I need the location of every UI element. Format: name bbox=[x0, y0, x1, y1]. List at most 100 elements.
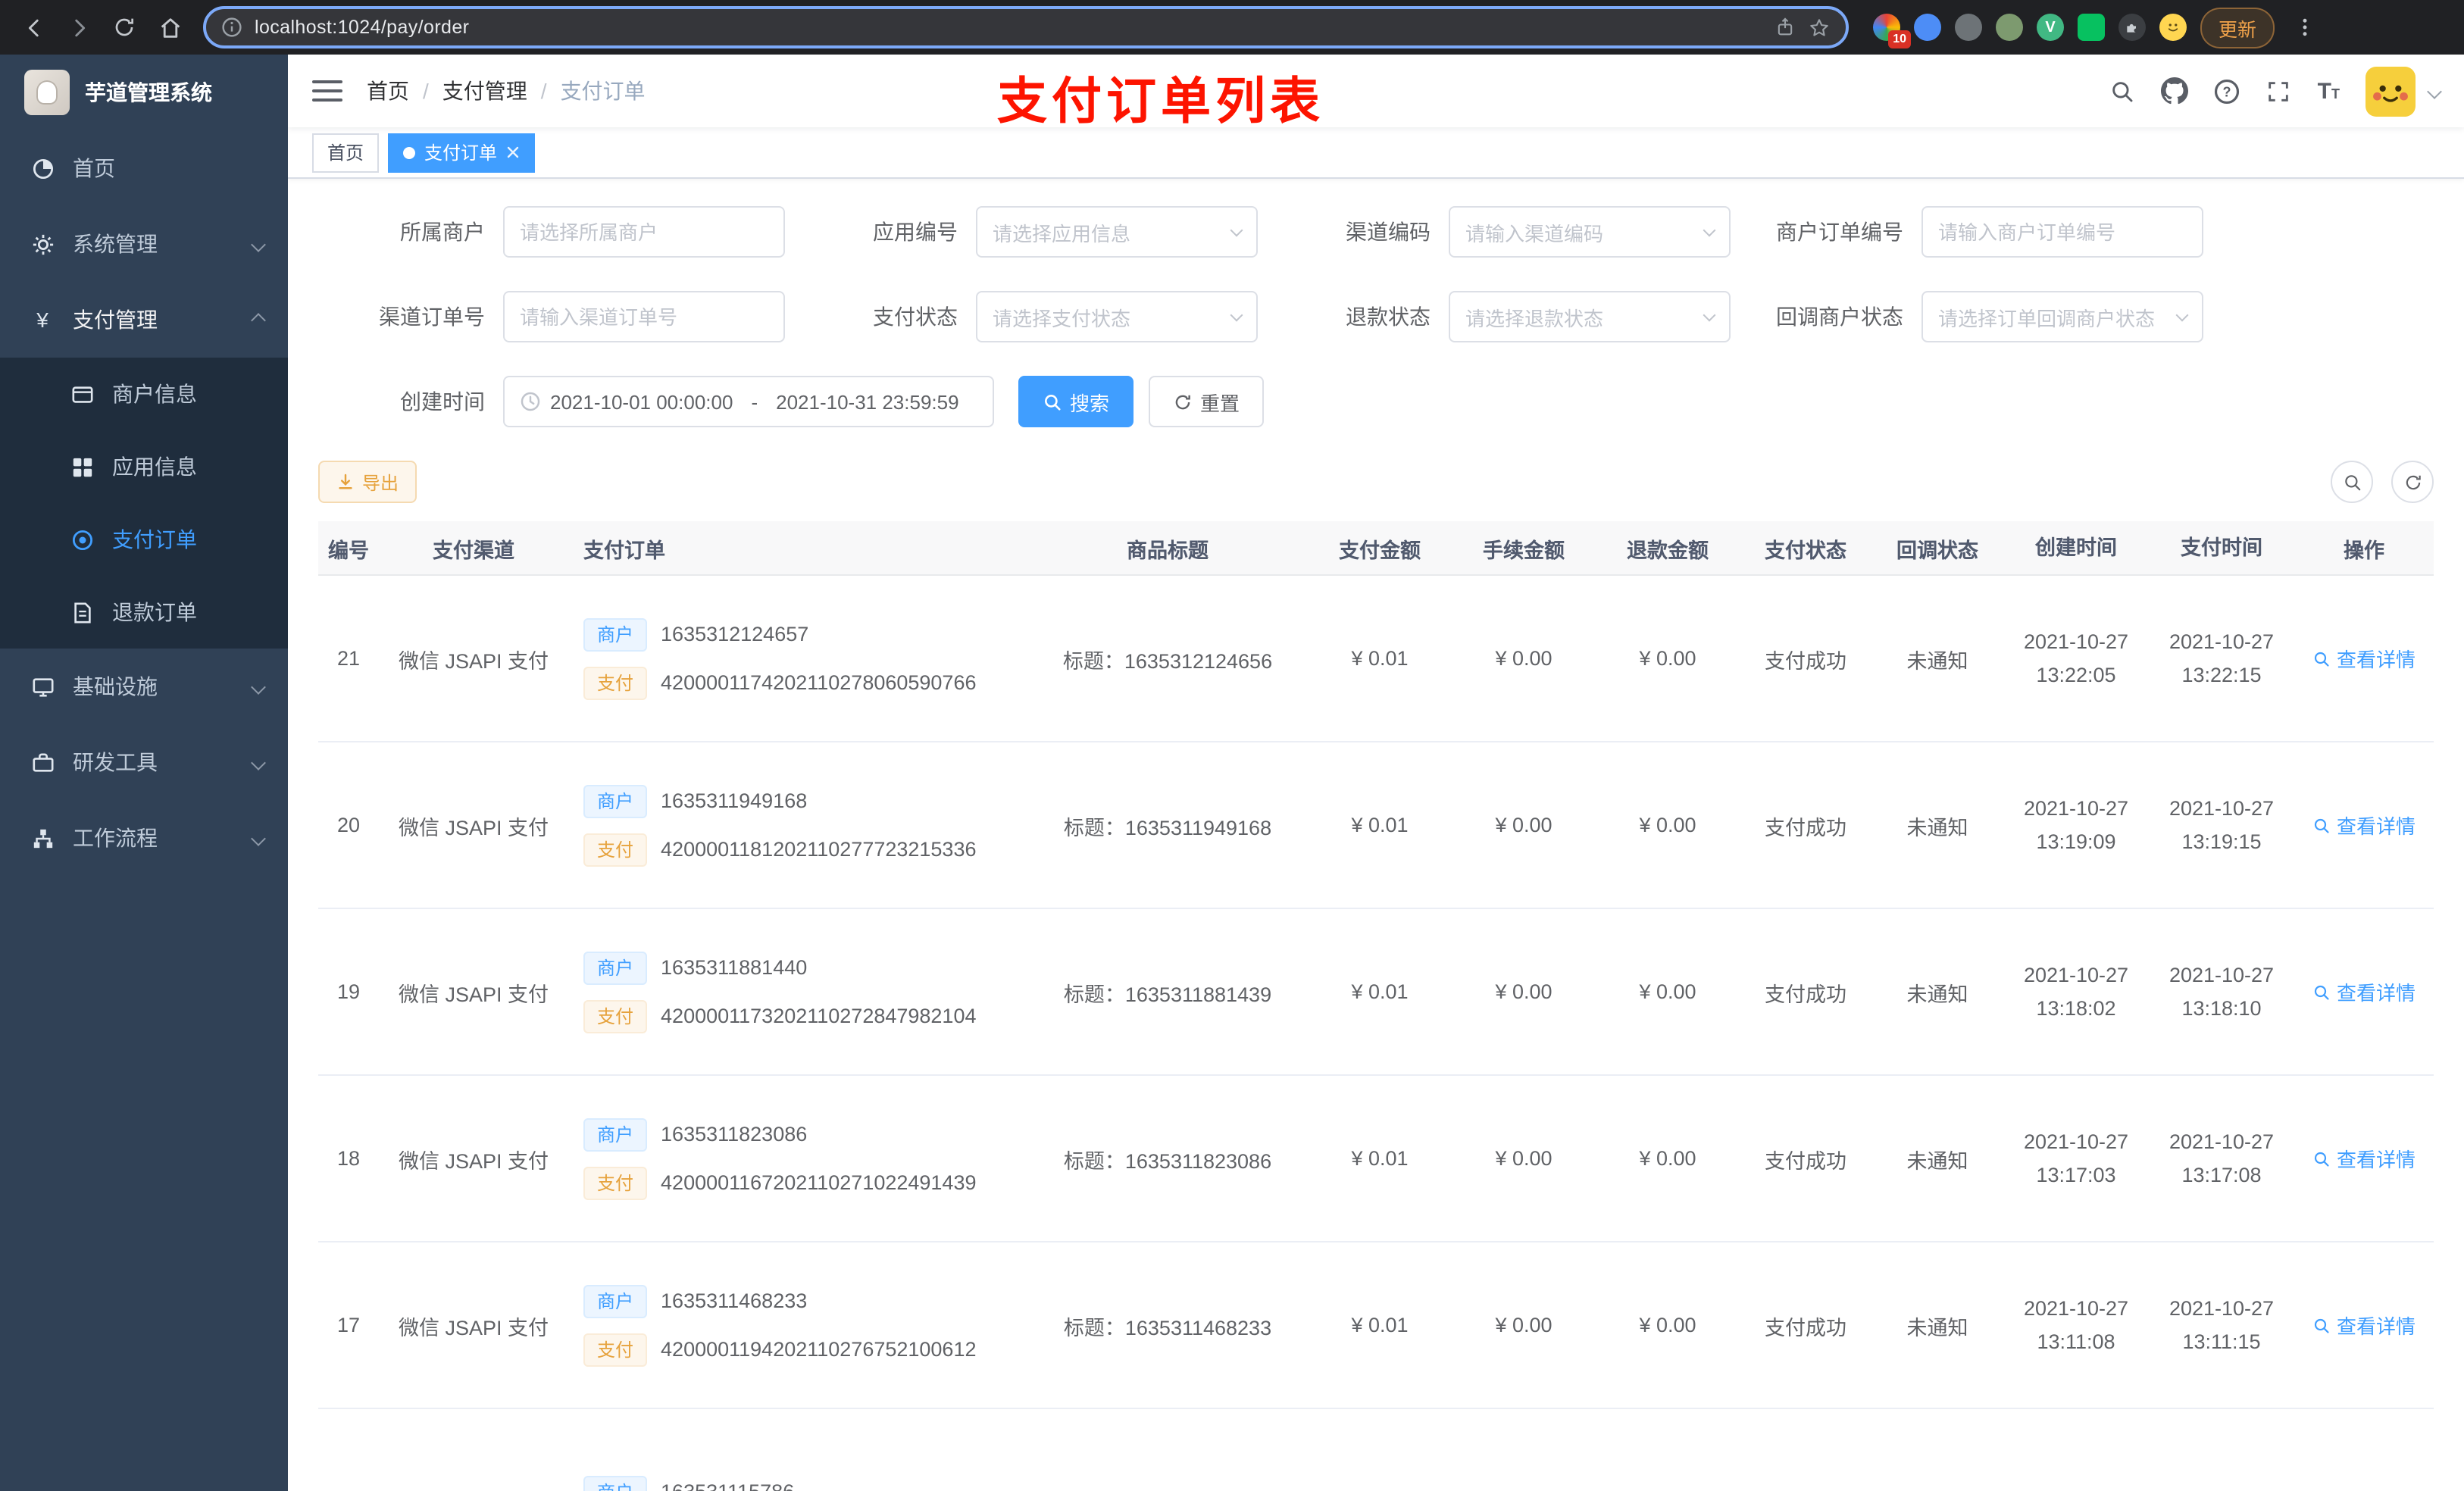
gray-extension-icon[interactable] bbox=[1955, 14, 1982, 41]
sidebar-item-merchant-info[interactable]: 商户信息 bbox=[0, 358, 288, 430]
extensions-cluster: 10 V 更新 bbox=[1873, 7, 2322, 48]
table-toolbar: 导出 bbox=[288, 461, 2464, 503]
fullscreen-icon[interactable] bbox=[2266, 78, 2292, 104]
merchant-input[interactable] bbox=[520, 220, 768, 243]
refund-status-select[interactable]: 请选择退款状态 bbox=[1449, 291, 1731, 342]
sidebar-item-label: 研发工具 bbox=[73, 750, 158, 774]
share-icon[interactable] bbox=[1775, 17, 1796, 38]
chevron-down-icon bbox=[251, 236, 266, 252]
table-row: 18 微信 JSAPI 支付 商户 1635311823086 支付 4200001… bbox=[318, 1076, 2434, 1242]
svg-text:?: ? bbox=[2223, 83, 2231, 98]
sidebar-item-label: 商户信息 bbox=[112, 382, 197, 406]
merchant-order-no-field[interactable] bbox=[1921, 206, 2203, 258]
app-no-select[interactable]: 请选择应用信息 bbox=[976, 206, 1258, 258]
sidebar-item-label: 系统管理 bbox=[73, 232, 158, 256]
view-detail-link[interactable]: 查看详情 bbox=[2312, 977, 2416, 1006]
extension-badge: 10 bbox=[1888, 30, 1911, 48]
merchant-tag: 商户 bbox=[583, 784, 648, 817]
chevron-down-icon bbox=[1230, 223, 1243, 236]
sidebar-item-dev-tools[interactable]: 研发工具 bbox=[0, 724, 288, 800]
table-row: 17 微信 JSAPI 支付 商户 1635311468233 支付 4200001… bbox=[318, 1242, 2434, 1409]
refresh-icon[interactable] bbox=[2391, 461, 2434, 503]
sidebar-item-label: 应用信息 bbox=[112, 455, 197, 479]
back-icon[interactable] bbox=[12, 6, 55, 48]
green-gray-extension-icon[interactable] bbox=[1996, 14, 2023, 41]
breadcrumb: 首页 / 支付管理 / 支付订单 bbox=[367, 76, 646, 106]
blue-extension-icon[interactable] bbox=[1914, 14, 1941, 41]
page-content: 所属商户 应用编号 请选择应用信息 渠道编码 请输入渠道编码 商户订单编号 bbox=[288, 179, 2464, 1491]
view-detail-link[interactable]: 查看详情 bbox=[2312, 811, 2416, 839]
emoji-extension-icon[interactable] bbox=[2159, 14, 2187, 41]
breadcrumb-current: 支付订单 bbox=[560, 79, 646, 103]
url-text: localhost:1024/pay/order bbox=[255, 17, 470, 38]
reload-icon[interactable] bbox=[103, 6, 145, 48]
user-avatar[interactable] bbox=[2366, 66, 2416, 116]
toolbox-icon bbox=[30, 750, 55, 774]
view-detail-link[interactable]: 查看详情 bbox=[2312, 644, 2416, 673]
yen-icon: ¥ bbox=[36, 308, 48, 332]
page-annotation: 支付订单列表 bbox=[997, 73, 1324, 129]
table-row-partial: 商户163531115786 bbox=[318, 1409, 2434, 1491]
sidebar-item-infrastructure[interactable]: 基础设施 bbox=[0, 649, 288, 724]
channel-order-no-field[interactable] bbox=[503, 291, 785, 342]
sidebar-item-system[interactable]: 系统管理 bbox=[0, 206, 288, 282]
breadcrumb-home[interactable]: 首页 bbox=[367, 76, 409, 106]
channel-code-select[interactable]: 请输入渠道编码 bbox=[1449, 206, 1731, 258]
table-row: 21 微信 JSAPI 支付 商户 1635312124657 支付 4200001… bbox=[318, 576, 2434, 742]
address-bar[interactable]: localhost:1024/pay/order bbox=[203, 6, 1849, 48]
table-row: 20 微信 JSAPI 支付 商户 1635311949168 支付 4200001… bbox=[318, 742, 2434, 909]
browser-home-icon[interactable] bbox=[149, 6, 191, 48]
pay-status-select[interactable]: 请选择支付状态 bbox=[976, 291, 1258, 342]
pay-tag: 支付 bbox=[583, 666, 648, 699]
wechat-devtools-icon[interactable] bbox=[2078, 14, 2105, 41]
search-button[interactable]: 搜索 bbox=[1018, 376, 1134, 427]
app-no-label: 应用编号 bbox=[873, 220, 958, 244]
sidebar-item-workflow[interactable]: 工作流程 bbox=[0, 800, 288, 876]
view-detail-link[interactable]: 查看详情 bbox=[2312, 1144, 2416, 1173]
dashboard-icon bbox=[30, 156, 55, 180]
sidebar-item-payment[interactable]: ¥ 支付管理 bbox=[0, 282, 288, 358]
font-size-icon[interactable]: TT bbox=[2318, 78, 2340, 104]
view-detail-link[interactable]: 查看详情 bbox=[2312, 1311, 2416, 1339]
chevron-down-icon bbox=[251, 755, 266, 770]
search-icon[interactable] bbox=[2110, 78, 2136, 104]
export-button[interactable]: 导出 bbox=[318, 461, 417, 503]
forward-icon[interactable] bbox=[58, 6, 100, 48]
tab-home[interactable]: 首页 bbox=[312, 133, 380, 172]
bookmark-star-icon[interactable] bbox=[1808, 16, 1831, 39]
browser-update-button[interactable]: 更新 bbox=[2200, 7, 2275, 48]
refund-status-label: 退款状态 bbox=[1346, 305, 1431, 329]
table-header-row: 编号 支付渠道 支付订单 商品标题 支付金额 手续金额 退款金额 支付状态 回调… bbox=[318, 521, 2434, 576]
pay-tag: 支付 bbox=[583, 833, 648, 866]
breadcrumb-payment[interactable]: 支付管理 bbox=[442, 76, 527, 106]
avatar-caret-icon[interactable] bbox=[2427, 83, 2442, 98]
sidebar-item-refund-order[interactable]: 退款订单 bbox=[0, 576, 288, 649]
channel-order-no-input[interactable] bbox=[520, 305, 768, 328]
pay-tag: 支付 bbox=[583, 1333, 648, 1366]
date-range-picker[interactable]: 2021-10-01 00:00:00 - 2021-10-31 23:59:5… bbox=[503, 376, 994, 427]
github-icon[interactable] bbox=[2161, 77, 2189, 105]
help-icon[interactable]: ? bbox=[2215, 78, 2240, 104]
sidebar-item-home[interactable]: 首页 bbox=[0, 130, 288, 206]
tab-pay-order[interactable]: 支付订单 bbox=[388, 133, 536, 172]
table-row: 19 微信 JSAPI 支付 商户 1635311881440 支付 4200001… bbox=[318, 909, 2434, 1076]
chevron-up-icon bbox=[251, 312, 266, 327]
colorful-extension-icon[interactable]: 10 bbox=[1873, 14, 1911, 48]
browser-menu-icon[interactable] bbox=[2288, 17, 2322, 38]
vue-devtools-icon[interactable]: V bbox=[2037, 14, 2064, 41]
merchant-order-no-input[interactable] bbox=[1938, 220, 2187, 243]
puzzle-extension-icon[interactable] bbox=[2118, 14, 2146, 41]
site-info-icon[interactable] bbox=[221, 17, 242, 38]
reset-button[interactable]: 重置 bbox=[1149, 376, 1265, 427]
chevron-down-icon bbox=[251, 830, 266, 846]
sidebar-item-label: 工作流程 bbox=[73, 826, 158, 850]
chevron-down-icon bbox=[251, 679, 266, 694]
sidebar-item-app-info[interactable]: 应用信息 bbox=[0, 430, 288, 503]
sidebar-item-pay-order[interactable]: 支付订单 bbox=[0, 503, 288, 576]
callback-status-select[interactable]: 请选择订单回调商户状态 bbox=[1921, 291, 2203, 342]
sidebar-toggle-icon[interactable] bbox=[312, 76, 342, 106]
toggle-search-icon[interactable] bbox=[2331, 461, 2373, 503]
pay-tag: 支付 bbox=[583, 999, 648, 1033]
merchant-select[interactable] bbox=[503, 206, 785, 258]
close-icon[interactable] bbox=[506, 145, 520, 159]
